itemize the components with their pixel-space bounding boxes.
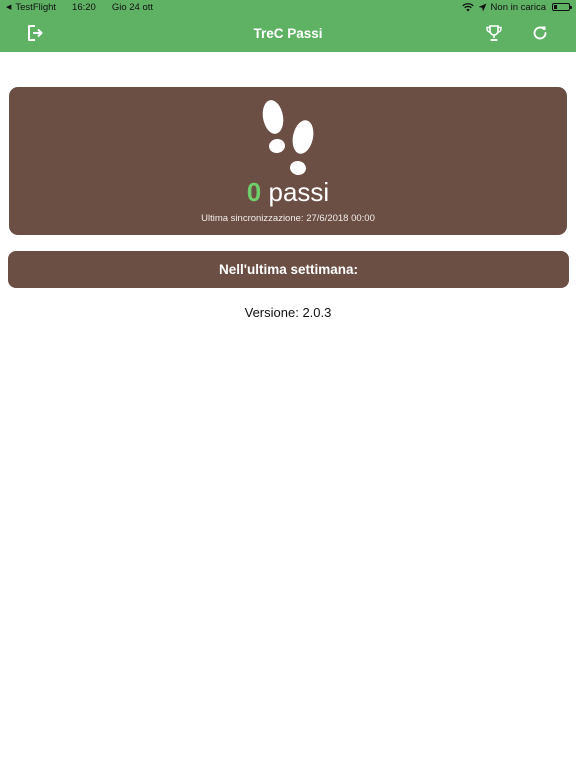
trophy-button[interactable] <box>484 23 504 43</box>
steps-unit: passi <box>268 177 330 207</box>
last-sync-text: Ultima sincronizzazione: 27/6/2018 00:00 <box>201 213 375 224</box>
trophy-icon <box>486 25 502 41</box>
back-triangle-icon[interactable]: ◀ <box>6 3 11 11</box>
status-time: 16:20 <box>72 1 96 13</box>
steps-count: 0 <box>246 177 262 207</box>
charging-status: Non in carica <box>490 1 546 13</box>
battery-icon <box>552 3 572 11</box>
refresh-button[interactable] <box>530 23 550 43</box>
version-text: Versione: 2.0.3 <box>244 305 332 320</box>
footprints-icon <box>262 100 314 176</box>
last-week-label: Nell'ultima settimana: <box>219 262 358 277</box>
back-app-label[interactable]: TestFlight <box>15 2 56 13</box>
status-date: Gio 24 ott <box>111 1 154 13</box>
wifi-icon <box>461 2 474 11</box>
steps-total: 0 passi <box>9 177 567 207</box>
location-icon <box>478 3 487 11</box>
nav-bar: TreC Passi <box>0 14 576 52</box>
status-bar: ◀ TestFlight 16:20 Gio 24 ott Non in car… <box>0 0 576 14</box>
steps-card: 0 passi Ultima sincronizzazione: 27/6/20… <box>9 87 567 235</box>
last-week-bar[interactable]: Nell'ultima settimana: <box>8 251 569 288</box>
refresh-icon <box>533 26 547 40</box>
